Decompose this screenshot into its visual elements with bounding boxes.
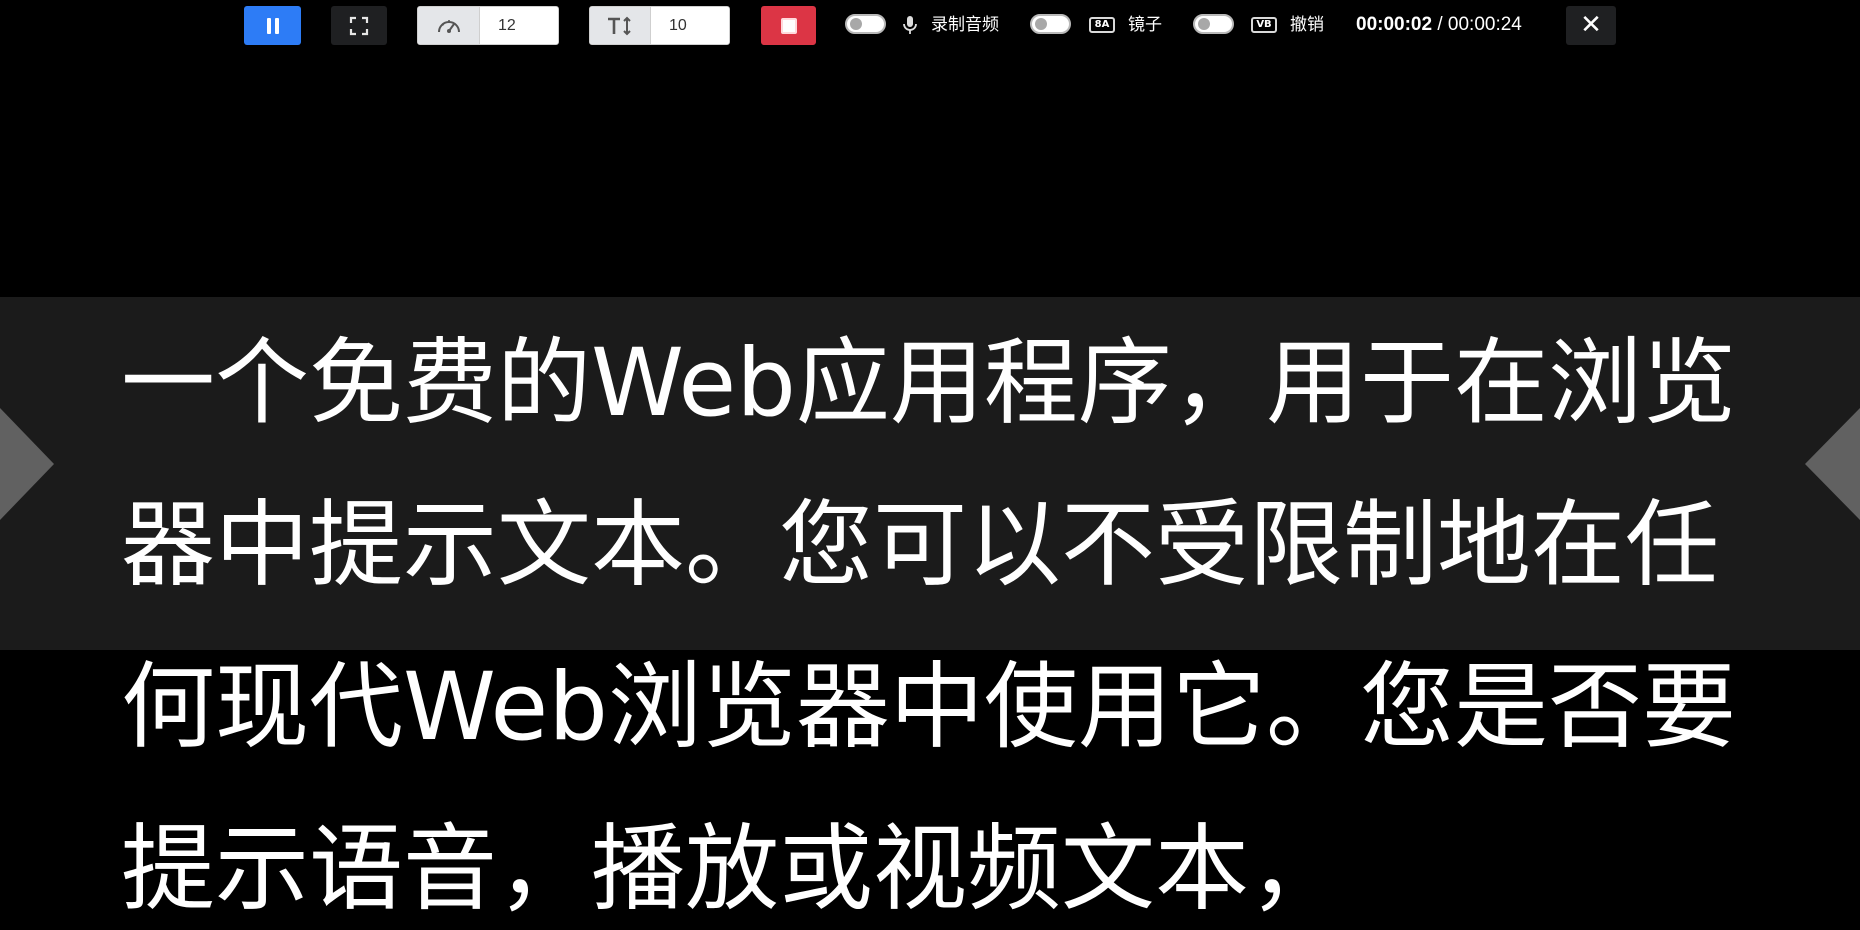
record-audio-toggle[interactable] bbox=[845, 14, 886, 34]
left-marker-icon bbox=[0, 408, 54, 520]
text-height-icon bbox=[590, 7, 651, 44]
timer-total: 00:00:24 bbox=[1447, 14, 1522, 35]
flip-icon: VB bbox=[1251, 13, 1277, 37]
microphone-icon bbox=[901, 13, 919, 37]
timer-current: 00:00:02 bbox=[1356, 14, 1433, 35]
undo-badge: VB bbox=[1251, 17, 1277, 33]
mirror-badge: 8A bbox=[1089, 17, 1115, 33]
pause-button[interactable] bbox=[244, 6, 301, 45]
font-size-input[interactable] bbox=[651, 7, 729, 44]
stop-icon bbox=[780, 17, 797, 34]
undo-label[interactable]: 撤销 bbox=[1290, 13, 1324, 37]
pause-icon bbox=[265, 17, 281, 34]
toggle-knob bbox=[850, 18, 862, 30]
speed-input[interactable] bbox=[480, 7, 558, 44]
toggle-knob bbox=[1198, 18, 1210, 30]
right-marker-icon bbox=[1805, 408, 1860, 520]
speedometer-icon bbox=[418, 7, 480, 44]
close-button[interactable]: ✕ bbox=[1566, 6, 1616, 45]
teleprompter-page: 录制音频 8A 镜子 VB 撤销 00:00:02 / 00:00:24 ✕ 一… bbox=[0, 0, 1860, 930]
font-size-control bbox=[589, 6, 730, 45]
fullscreen-icon bbox=[349, 16, 369, 35]
mirror-toggle[interactable] bbox=[1030, 14, 1071, 34]
stop-button[interactable] bbox=[761, 6, 816, 45]
fullscreen-button[interactable] bbox=[331, 6, 387, 45]
prompter-text: 一个免费的Web应用程序，用于在浏览器中提示文本。您可以不受限制地在任何现代We… bbox=[121, 329, 1736, 924]
mirror-icon: 8A bbox=[1089, 13, 1115, 37]
timer-separator: / bbox=[1432, 14, 1448, 35]
control-toolbar: 录制音频 8A 镜子 VB 撤销 00:00:02 / 00:00:24 ✕ bbox=[0, 0, 1860, 50]
speed-control bbox=[417, 6, 559, 45]
toggle-knob bbox=[1035, 18, 1047, 30]
undo-toggle[interactable] bbox=[1193, 14, 1234, 34]
mirror-label[interactable]: 镜子 bbox=[1128, 13, 1162, 37]
timer: 00:00:02 / 00:00:24 bbox=[1356, 12, 1522, 38]
close-icon: ✕ bbox=[1580, 10, 1602, 40]
record-audio-label[interactable]: 录制音频 bbox=[931, 13, 999, 37]
